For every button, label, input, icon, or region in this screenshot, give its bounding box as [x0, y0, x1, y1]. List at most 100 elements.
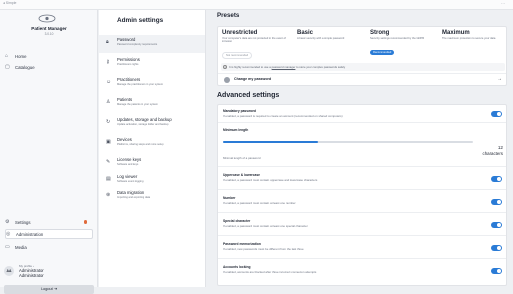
- catalogue-icon: ▢: [5, 64, 10, 70]
- settings-content: Presets Unrestricted Your computer's dat…: [207, 10, 513, 287]
- admin-menu-desc: Software and keys: [117, 163, 139, 166]
- nav-media[interactable]: ▭ Media: [5, 242, 93, 252]
- avatar: AA: [4, 266, 14, 276]
- setting-title: Special character: [223, 219, 251, 223]
- admin-menu-desc: Password complexity requirements: [117, 43, 158, 46]
- uppercase-lowercase-toggle[interactable]: [491, 176, 502, 182]
- preset-title: Maximum: [442, 30, 470, 36]
- admin-menu-desc: Practitioners rights: [117, 63, 139, 66]
- device-icon: ▣: [106, 139, 111, 145]
- setting-title: Password memorization: [223, 242, 261, 246]
- minimum-length-value: 12: [497, 145, 503, 150]
- admin-menu-desc: Software event logging: [117, 180, 144, 183]
- admin-menu-practitioners[interactable]: ☺ Practitioners Manage the practitioners…: [99, 75, 205, 93]
- admin-menu-permissions[interactable]: ⚷ Permissions Practitioners rights: [99, 55, 205, 73]
- nav-home[interactable]: ⌂ Home: [5, 51, 93, 61]
- nav-administration-label: Administration: [16, 231, 44, 237]
- setting-desc: If enabled, new passwords must be differ…: [223, 247, 304, 251]
- admin-settings-panel: Admin settings 🔒︎ Password Password comp…: [99, 10, 206, 287]
- tip-text: It is highly recommended to use a: [229, 65, 272, 69]
- minimum-length-unit: characters: [482, 151, 504, 156]
- special-character-toggle[interactable]: [491, 222, 502, 228]
- password-memorization-toggle[interactable]: [491, 245, 502, 251]
- setting-desc: Minimal length of a password: [223, 156, 261, 160]
- admin-icon: ◎: [6, 231, 11, 237]
- app-logo: [38, 14, 56, 23]
- presets-title: Presets: [217, 12, 240, 19]
- preset-title: Basic: [297, 30, 314, 36]
- logout-button[interactable]: Logout ⇥: [4, 285, 94, 294]
- preset-desc: Your computer's data are not protected i…: [222, 37, 286, 44]
- setting-title: Uppercase & lowercase: [223, 173, 261, 177]
- key-icon: ⚷: [106, 59, 110, 65]
- nav-media-label: Media: [15, 244, 27, 250]
- preset-maximum[interactable]: Maximum The maximum protection to secure…: [442, 30, 504, 62]
- preset-strong[interactable]: Strong Security settings recommended by …: [370, 30, 438, 62]
- admin-menu-data-migration[interactable]: ⊛ Data migration Importing and exporting…: [99, 188, 205, 206]
- admin-menu-title: License keys: [117, 157, 142, 162]
- admin-menu-desc: Platforms, sharing steps and more setup: [117, 143, 164, 146]
- admin-settings-title: Admin settings: [117, 17, 164, 24]
- change-password-row[interactable]: Change my password →: [218, 73, 506, 85]
- admin-menu-patients[interactable]: ♙ Patients Manage the patients in your s…: [99, 95, 205, 113]
- admin-menu-password[interactable]: 🔒︎ Password Password complexity requirem…: [99, 35, 205, 53]
- setting-mandatory-password: Mandatory password If enabled, a passwor…: [218, 105, 506, 123]
- admin-menu-desc: Manage the patients in your system: [117, 103, 158, 106]
- accounts-locking-toggle[interactable]: [491, 268, 502, 274]
- setting-special-character: Special character If enabled, a password…: [218, 213, 506, 236]
- setting-number: Number If enabled, a password must conta…: [218, 190, 506, 213]
- admin-menu-title: Password: [117, 37, 136, 42]
- setting-desc: If enabled, a password must contain at l…: [223, 224, 308, 228]
- nav-catalogue-label: Catalogue: [15, 64, 35, 70]
- preset-title: Unrestricted: [222, 30, 258, 36]
- admin-menu-updates[interactable]: ↻ Updates, storage and backup Update act…: [99, 115, 205, 133]
- admin-menu-license-keys[interactable]: ✎ License keys Software and keys: [99, 155, 205, 173]
- settings-alert-dot: [83, 220, 87, 224]
- profile-block[interactable]: AA My profile › Administrator Administra…: [4, 264, 94, 280]
- setting-minimum-length: Minimum length 12 characters Minimal len…: [218, 123, 506, 167]
- setting-desc: If enabled, a password must contain uppe…: [223, 178, 318, 182]
- password-manager-link[interactable]: password manager: [272, 65, 296, 69]
- info-icon: i: [223, 65, 227, 69]
- advanced-settings-card: Mandatory password If enabled, a passwor…: [217, 104, 507, 286]
- app-version: 3.0.10: [44, 32, 54, 36]
- admin-menu-desc: Update activation, storage folder and ba…: [117, 123, 169, 126]
- mandatory-password-toggle[interactable]: [491, 111, 502, 117]
- setting-accounts-locking: Accounts locking If enabled, accounts ar…: [218, 259, 506, 285]
- nav-catalogue[interactable]: ▢ Catalogue: [5, 62, 93, 72]
- nav-administration[interactable]: ◎ Administration: [5, 229, 93, 239]
- admin-menu-title: Patients: [117, 97, 133, 102]
- nav-settings[interactable]: ⚙ Settings: [5, 217, 93, 227]
- back-link[interactable]: ◂ Simple: [3, 1, 16, 5]
- setting-password-memorization: Password memorization If enabled, new pa…: [218, 236, 506, 259]
- sidebar: Patient Manager 3.0.10 ⌂ Home ▢ Catalogu…: [0, 10, 98, 294]
- preset-basic[interactable]: Basic A basic security with a simple pas…: [297, 30, 365, 62]
- minimum-length-slider[interactable]: [223, 141, 473, 143]
- nav-settings-label: Settings: [15, 219, 31, 225]
- profile-role-secondary: Administrator: [19, 273, 44, 278]
- admin-menu-title: Data migration: [117, 190, 145, 195]
- setting-desc: If enabled, a password must contain at l…: [223, 201, 296, 205]
- admin-menu-title: Updates, storage and backup: [117, 117, 172, 122]
- log-icon: ▤: [106, 176, 111, 182]
- preset-unrestricted[interactable]: Unrestricted Your computer's data are no…: [222, 30, 292, 62]
- refresh-icon: ↻: [106, 119, 111, 125]
- nav-home-label: Home: [15, 53, 27, 59]
- minimum-length-slider-fill: [223, 141, 318, 143]
- user-icon: [224, 77, 230, 83]
- preset-badge: Not recommended: [222, 52, 253, 60]
- preset-title: Strong: [370, 30, 390, 36]
- admin-menu-desc: Importing and exporting data: [117, 196, 151, 199]
- lock-icon: 🔒︎: [106, 39, 109, 45]
- number-toggle[interactable]: [491, 199, 502, 205]
- admin-menu-devices[interactable]: ▣ Devices Platforms, sharing steps and m…: [99, 135, 205, 153]
- app-name: Patient Manager: [31, 26, 67, 31]
- setting-title: Mandatory password: [223, 109, 256, 113]
- setting-desc: If enabled, accounts are blocked after t…: [223, 270, 317, 274]
- window-menu-icon[interactable]: ···: [501, 1, 505, 6]
- migration-icon: ⊛: [106, 192, 111, 198]
- license-icon: ✎: [106, 159, 111, 165]
- arrow-right-icon: →: [497, 76, 502, 82]
- setting-title: Accounts locking: [223, 265, 251, 269]
- password-manager-tip: i It is highly recommended to use a pass…: [221, 63, 505, 71]
